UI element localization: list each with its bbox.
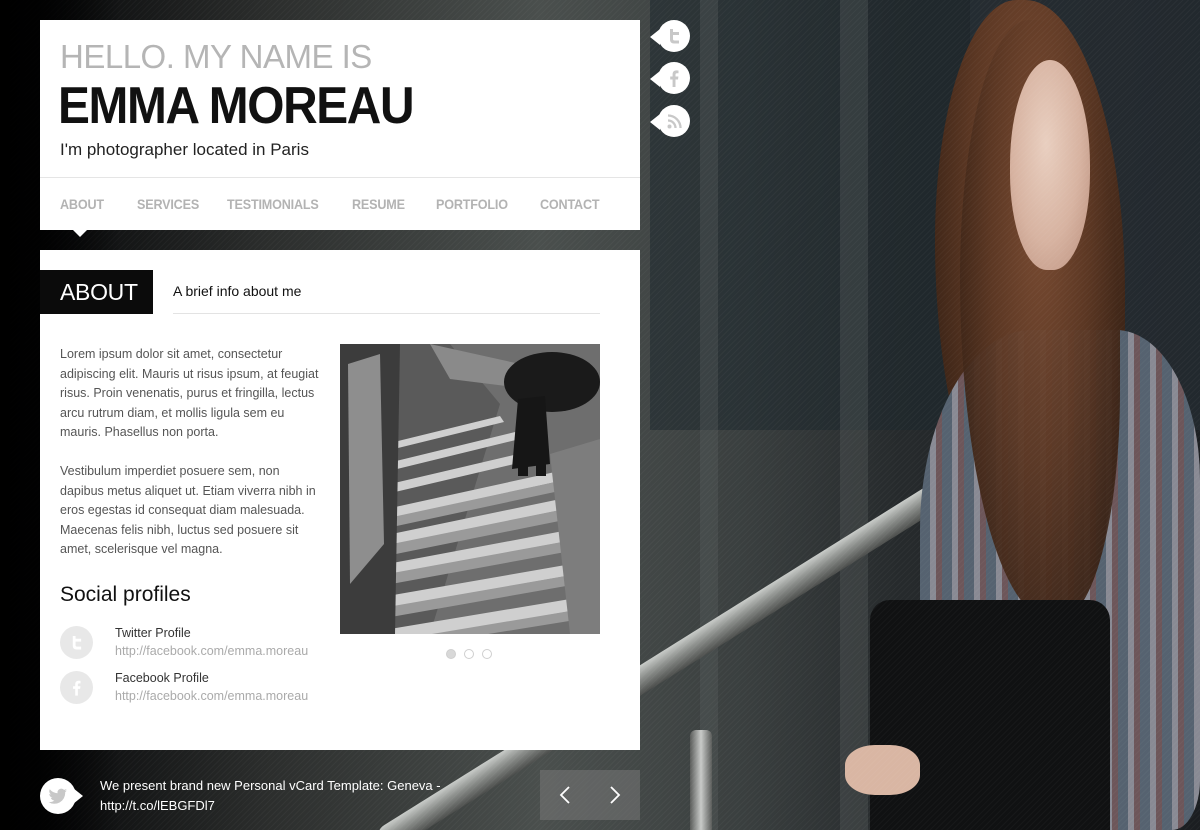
slider-dot[interactable] <box>482 649 492 659</box>
twitter-icon <box>72 636 82 650</box>
chevron-right-icon <box>610 786 621 804</box>
profile-url[interactable]: http://facebook.com/emma.moreau <box>115 689 308 703</box>
nav-active-indicator <box>72 229 88 237</box>
twitter-feed-badge <box>40 778 84 814</box>
share-rss-button[interactable] <box>650 105 690 139</box>
share-facebook-button[interactable] <box>650 62 690 96</box>
chevron-left-icon <box>559 786 570 804</box>
nav-item-about[interactable]: ABOUT <box>60 196 104 212</box>
about-paragraph: Vestibulum imperdiet posuere sem, non da… <box>60 464 316 556</box>
facebook-icon <box>73 680 81 696</box>
social-profiles-heading: Social profiles <box>60 583 191 606</box>
about-section: ABOUT A brief info about me Lorem ipsum … <box>40 250 640 750</box>
slider-dot[interactable] <box>464 649 474 659</box>
header-card: HELLO. MY NAME IS EMMA MOREAU I'm photog… <box>40 20 640 237</box>
next-button[interactable] <box>590 770 640 820</box>
slider-dot[interactable] <box>446 649 456 659</box>
section-subtitle: A brief info about me <box>173 283 302 299</box>
about-paragraph: Lorem ipsum dolor sit amet, consectetur … <box>60 347 319 439</box>
profile-label[interactable]: Facebook Profile <box>115 671 209 685</box>
share-twitter-button[interactable] <box>650 20 690 54</box>
section-divider <box>173 313 600 314</box>
tweet-link[interactable]: http://t.co/lEBGFDl7 <box>100 798 215 813</box>
nav-item-services[interactable]: SERVICES <box>137 196 199 212</box>
tweet-text: We present brand new Personal vCard Temp… <box>100 778 441 793</box>
nav-item-testimonials[interactable]: TESTIMONIALS <box>227 196 319 212</box>
facebook-icon <box>670 69 679 87</box>
nav-item-resume[interactable]: RESUME <box>352 196 405 212</box>
tagline: I'm photographer located in Paris <box>60 140 309 159</box>
nav-item-contact[interactable]: CONTACT <box>540 196 600 212</box>
about-photo <box>340 344 600 634</box>
nav-item-portfolio[interactable]: PORTFOLIO <box>436 196 508 212</box>
main-nav: ABOUT SERVICES TESTIMONIALS RESUME PORTF… <box>40 177 640 231</box>
twitter-profile-link[interactable]: Twitter Profile http://facebook.com/emma… <box>60 626 330 666</box>
previous-button[interactable] <box>540 770 590 820</box>
greeting-text: HELLO. MY NAME IS <box>60 38 372 75</box>
staircase-image <box>340 344 600 634</box>
tweet-navigation <box>540 770 640 820</box>
section-title: ABOUT <box>40 270 153 314</box>
latest-tweet: We present brand new Personal vCard Temp… <box>100 776 480 816</box>
profile-url[interactable]: http://facebook.com/emma.moreau <box>115 644 308 658</box>
profile-label[interactable]: Twitter Profile <box>115 626 191 640</box>
twitter-bird-icon <box>48 788 67 804</box>
facebook-profile-link[interactable]: Facebook Profile http://facebook.com/emm… <box>60 671 330 711</box>
twitter-icon <box>670 29 679 44</box>
rss-icon <box>667 113 682 128</box>
page-title: EMMA MOREAU <box>58 77 414 135</box>
